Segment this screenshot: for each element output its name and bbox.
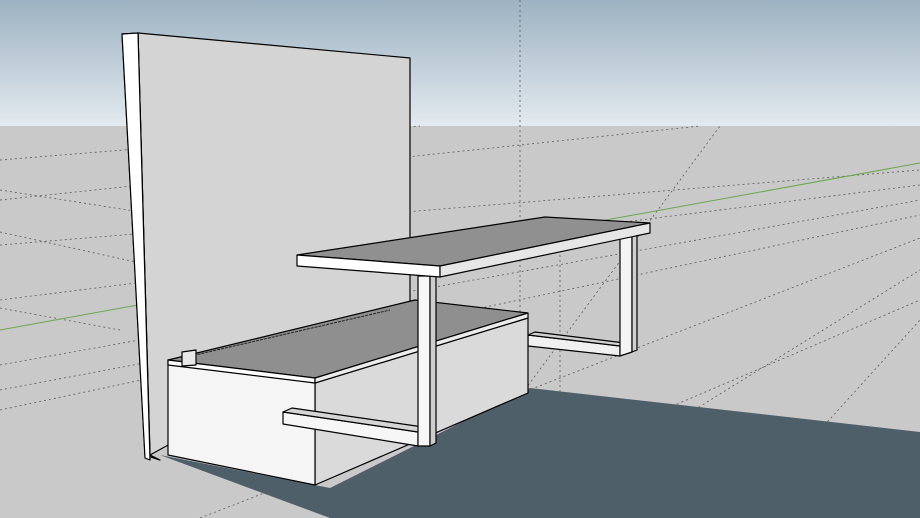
drawer-lip[interactable] xyxy=(181,349,197,367)
desk-leg-rear[interactable] xyxy=(619,233,638,357)
3d-model-viewport[interactable] xyxy=(0,0,920,518)
desk-leg-front[interactable] xyxy=(417,273,437,447)
3d-scene[interactable] xyxy=(0,0,920,518)
